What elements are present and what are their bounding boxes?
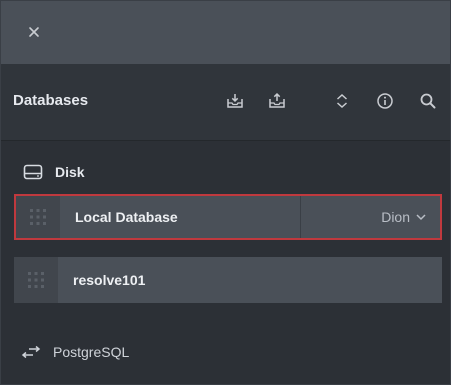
export-database-icon bbox=[269, 92, 285, 108]
grip-icon bbox=[30, 209, 46, 225]
search-icon bbox=[420, 93, 436, 109]
grip-icon bbox=[28, 272, 44, 288]
import-database-button[interactable] bbox=[224, 90, 246, 112]
disk-section-header[interactable]: Disk bbox=[23, 161, 85, 183]
drag-handle[interactable] bbox=[16, 196, 60, 238]
chevron-down-icon bbox=[416, 213, 426, 221]
databases-panel: Databases Disk Local Database Dion resol… bbox=[0, 0, 451, 385]
user-dropdown[interactable]: Dion bbox=[300, 196, 440, 238]
search-button[interactable] bbox=[417, 90, 439, 112]
user-name: Dion bbox=[381, 209, 410, 225]
database-name: resolve101 bbox=[73, 272, 146, 288]
postgresql-label: PostgreSQL bbox=[53, 344, 130, 360]
postgresql-toggle[interactable]: PostgreSQL bbox=[21, 344, 129, 360]
database-name: Local Database bbox=[75, 209, 178, 225]
disk-icon bbox=[23, 164, 43, 180]
databases-toolbar: Databases bbox=[1, 64, 450, 141]
title-bar bbox=[1, 1, 450, 64]
drag-handle[interactable] bbox=[14, 257, 58, 303]
export-database-button[interactable] bbox=[266, 90, 288, 112]
sort-button[interactable] bbox=[331, 90, 353, 112]
sort-icon bbox=[337, 93, 347, 109]
panel-title: Databases bbox=[13, 92, 89, 109]
section-label: Disk bbox=[55, 164, 85, 180]
info-icon bbox=[377, 93, 393, 109]
database-row-local[interactable]: Local Database Dion bbox=[14, 194, 442, 240]
switch-arrows-icon bbox=[21, 345, 41, 359]
database-row-resolve101[interactable]: resolve101 bbox=[14, 257, 442, 303]
close-button[interactable] bbox=[23, 21, 45, 43]
close-icon bbox=[29, 27, 39, 37]
info-button[interactable] bbox=[374, 90, 396, 112]
import-database-icon bbox=[227, 94, 243, 108]
